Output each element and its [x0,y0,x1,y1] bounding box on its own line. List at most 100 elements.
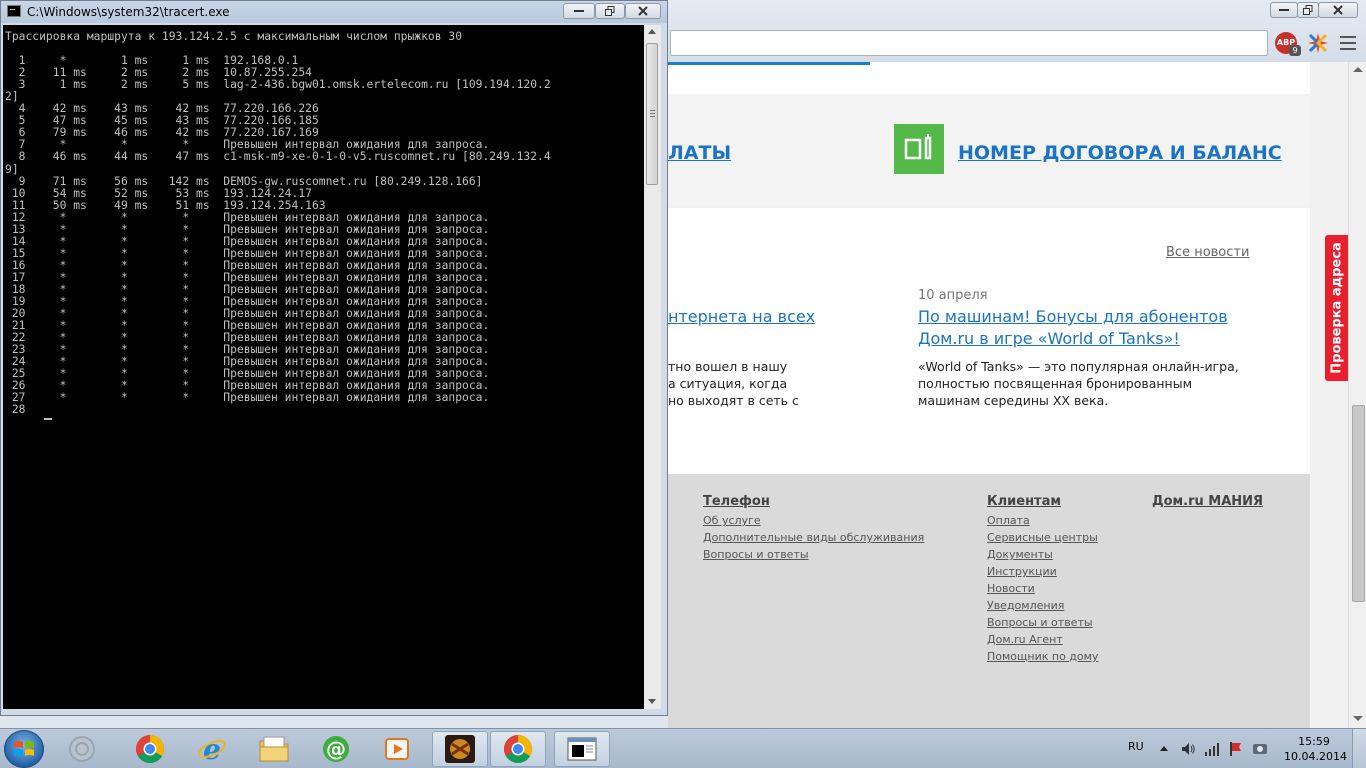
restore-icon [605,6,615,16]
svg-text:@: @ [326,737,346,761]
console-title: C:\Windows\system32\tracert.exe [27,5,230,19]
page-scrollbar[interactable] [1348,62,1366,728]
console-window-icon [567,737,597,761]
network-signal-icon[interactable] [1204,741,1220,757]
volume-icon[interactable] [1180,741,1196,757]
extension-star-icon[interactable] [1306,31,1330,55]
browser-minimize-button[interactable] [1270,2,1298,18]
close-icon [1333,5,1343,15]
svg-text:e: e [203,734,221,764]
contract-balance-icon [894,124,944,174]
footer-link[interactable]: Вопросы и ответы [703,546,924,563]
taskbar-internet-explorer[interactable]: e [184,731,240,767]
console-window: C:\Windows\system32\tracert.exe Трассиро… [0,0,668,716]
language-indicator[interactable]: RU [1128,740,1144,753]
news-right-body-2: полностью посвященная бронированным [918,376,1193,391]
game-app-icon [445,735,475,763]
news-right-body-1: «World of Tanks» — это популярная онлайн… [918,359,1239,374]
tray-app-icon[interactable] [1252,741,1268,757]
disabled-app-icon [69,736,95,762]
all-news-link[interactable]: Все новости [1166,245,1249,260]
scroll-down-arrow-icon[interactable] [648,699,656,704]
taskbar-media-player[interactable] [370,731,426,767]
payment-link[interactable]: ЛАТЫ [668,142,731,164]
contract-balance-link[interactable]: НОМЕР ДОГОВОРА И БАЛАНС [958,142,1282,164]
chrome-icon [136,735,164,763]
action-center-flag-icon[interactable] [1228,741,1244,757]
footer-link[interactable]: Дом.ru Агент [987,631,1098,648]
footer-link[interactable]: Документы [987,546,1098,563]
console-scroll-thumb[interactable] [646,43,658,185]
news-right-body-3: машинам середины XX века. [918,393,1109,408]
footer-clients-links: Оплата Сервисные центры Документы Инстру… [987,512,1098,665]
taskbar-chrome[interactable] [122,731,178,767]
chrome-icon [504,735,532,763]
at-sign-icon: @ [323,736,349,762]
windows-logo-icon [14,741,34,756]
browser-close-button[interactable] [1318,2,1358,18]
news-left-body-1: тно вошел в нашу [668,359,788,374]
minimize-icon [574,10,584,12]
console-minimize-button[interactable] [563,3,595,19]
news-right-title-1[interactable]: По машинам! Бонусы для абонентов [918,306,1228,328]
browser-restore-button[interactable] [1297,2,1319,18]
news-left-title[interactable]: нтернета на всех [668,306,815,328]
footer-clients-heading[interactable]: Клиентам [987,494,1061,509]
address-check-label: Проверка адреса [1329,242,1345,374]
taskbar-game-app[interactable] [432,731,488,767]
page-scroll-thumb[interactable] [1352,405,1365,602]
footer-mania-heading[interactable]: Дом.ru МАНИЯ [1152,494,1263,509]
footer-link[interactable]: Инструкции [987,563,1098,580]
clock-date: 10.04.2014 [1284,750,1347,763]
adblock-count-badge: 9 [1289,45,1301,56]
scroll-down-arrow-icon[interactable] [1353,716,1363,721]
internet-explorer-icon: e [198,734,226,764]
start-button[interactable] [4,730,44,768]
console-close-button[interactable] [625,3,661,19]
taskbar-disabled-app[interactable] [54,731,110,767]
browser-menu-icon[interactable] [1340,36,1356,50]
footer-phone-heading[interactable]: Телефон [703,494,770,509]
news-right-title-2[interactable]: Дом.ru в игре «World of Tanks»! [918,328,1180,350]
close-icon [638,6,648,16]
clock-time: 15:59 [1298,735,1330,748]
footer-link[interactable]: Уведомления [987,597,1098,614]
footer-link[interactable]: Новости [987,580,1098,597]
active-tab-underline [668,62,870,65]
console-app-icon[interactable] [7,5,21,17]
footer-phone-links: Об услуге Дополнительные виды обслуживан… [703,512,924,563]
folder-icon [259,736,289,762]
show-desktop-button[interactable] [1352,729,1366,768]
footer-link[interactable]: Вопросы и ответы [987,614,1098,631]
footer-link[interactable]: Оплата [987,512,1098,529]
console-screen[interactable]: Трассировка маршрута к 193.124.2.5 с мак… [3,25,644,709]
page-header-strip [668,62,1310,94]
footer-link[interactable]: Помощник по дому [987,648,1098,665]
minimize-icon [1279,9,1289,11]
news-right-date: 10 апреля [918,288,988,303]
taskbar-console-active[interactable] [554,731,610,767]
taskbar-chrome-active[interactable] [490,731,546,767]
media-player-icon [385,738,409,760]
footer-link[interactable]: Об услуге [703,512,924,529]
news-left-body-2: а ситуация, когда [668,376,788,391]
taskbar: e @ RU 15:59 10.04.2014 [0,728,1366,768]
taskbar-file-explorer[interactable] [246,731,302,767]
taskbar-mail-agent[interactable]: @ [308,731,364,767]
scroll-up-arrow-icon[interactable] [1353,67,1363,72]
console-maximize-button[interactable] [595,3,625,19]
footer-link[interactable]: Сервисные центры [987,529,1098,546]
document-pen-icon [904,134,932,160]
address-bar[interactable] [670,30,1268,56]
console-scrollbar[interactable] [644,25,661,709]
address-check-tab[interactable]: Проверка адреса [1325,235,1349,381]
text-cursor [44,418,52,420]
console-output: Трассировка маршрута к 193.124.2.5 с мак… [5,30,551,417]
clock[interactable]: 15:59 10.04.2014 [1284,734,1347,764]
restore-icon [1303,5,1313,15]
news-left-body-3: но выходят в сеть с [668,393,799,408]
footer-link[interactable]: Дополнительные виды обслуживания [703,529,924,546]
scroll-up-arrow-icon[interactable] [648,29,656,34]
web-page: ЛАТЫ НОМЕР ДОГОВОРА И БАЛАНС Все новости… [668,62,1348,728]
show-hidden-icons-icon[interactable] [1156,741,1172,757]
